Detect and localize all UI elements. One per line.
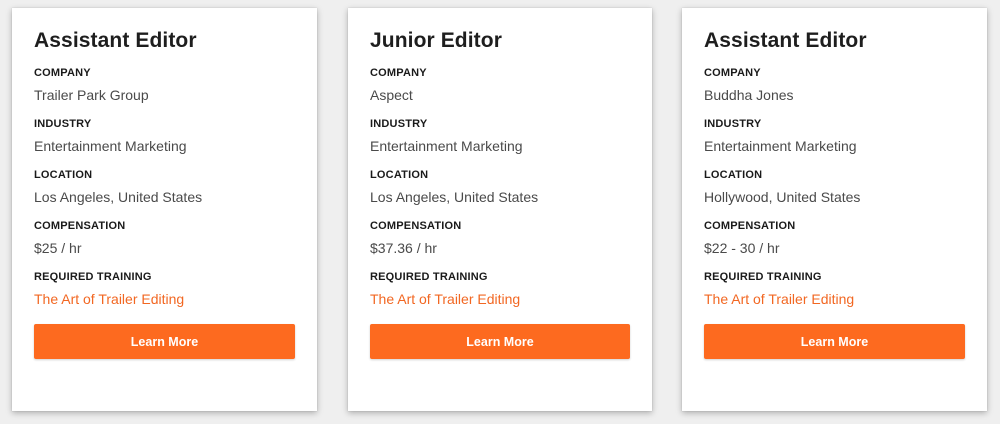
company-value: Buddha Jones [704, 87, 794, 103]
industry-label: INDUSTRY [370, 118, 428, 130]
location-value: Los Angeles, United States [34, 189, 203, 205]
compensation-label: COMPENSATION [704, 220, 796, 232]
required-training-link[interactable]: The Art of Trailer Editing [704, 290, 965, 308]
learn-more-button[interactable]: Learn More [34, 324, 295, 359]
company-label: COMPANY [370, 67, 427, 79]
company-value: Trailer Park Group [34, 87, 149, 103]
industry-label: INDUSTRY [704, 118, 762, 130]
job-cards-container: Assistant Editor COMPANY Trailer Park Gr… [0, 0, 1000, 424]
compensation-value: $37.36 / hr [370, 240, 437, 256]
location-value: Hollywood, United States [704, 189, 861, 205]
company-value: Aspect [370, 87, 413, 103]
required-training-link[interactable]: The Art of Trailer Editing [370, 290, 630, 308]
job-card: Junior Editor COMPANY Aspect INDUSTRY En… [348, 8, 652, 411]
industry-label: INDUSTRY [34, 118, 92, 130]
job-card: Assistant Editor COMPANY Trailer Park Gr… [12, 8, 317, 411]
required-training-label: REQUIRED TRAINING [370, 271, 488, 283]
compensation-label: COMPENSATION [370, 220, 462, 232]
location-label: LOCATION [34, 169, 93, 181]
industry-value: Entertainment Marketing [34, 138, 187, 154]
industry-value: Entertainment Marketing [704, 138, 857, 154]
location-label: LOCATION [704, 169, 763, 181]
location-label: LOCATION [370, 169, 429, 181]
compensation-label: COMPENSATION [34, 220, 126, 232]
required-training-link[interactable]: The Art of Trailer Editing [34, 290, 295, 308]
required-training-label: REQUIRED TRAINING [704, 271, 822, 283]
compensation-value: $25 / hr [34, 240, 82, 256]
job-title: Junior Editor [370, 29, 502, 52]
job-card: Assistant Editor COMPANY Buddha Jones IN… [682, 8, 987, 411]
industry-value: Entertainment Marketing [370, 138, 523, 154]
company-label: COMPANY [34, 67, 91, 79]
job-title: Assistant Editor [704, 29, 867, 52]
compensation-value: $22 - 30 / hr [704, 240, 780, 256]
company-label: COMPANY [704, 67, 761, 79]
job-title: Assistant Editor [34, 29, 197, 52]
learn-more-button[interactable]: Learn More [370, 324, 630, 359]
required-training-label: REQUIRED TRAINING [34, 271, 152, 283]
learn-more-button[interactable]: Learn More [704, 324, 965, 359]
location-value: Los Angeles, United States [370, 189, 539, 205]
